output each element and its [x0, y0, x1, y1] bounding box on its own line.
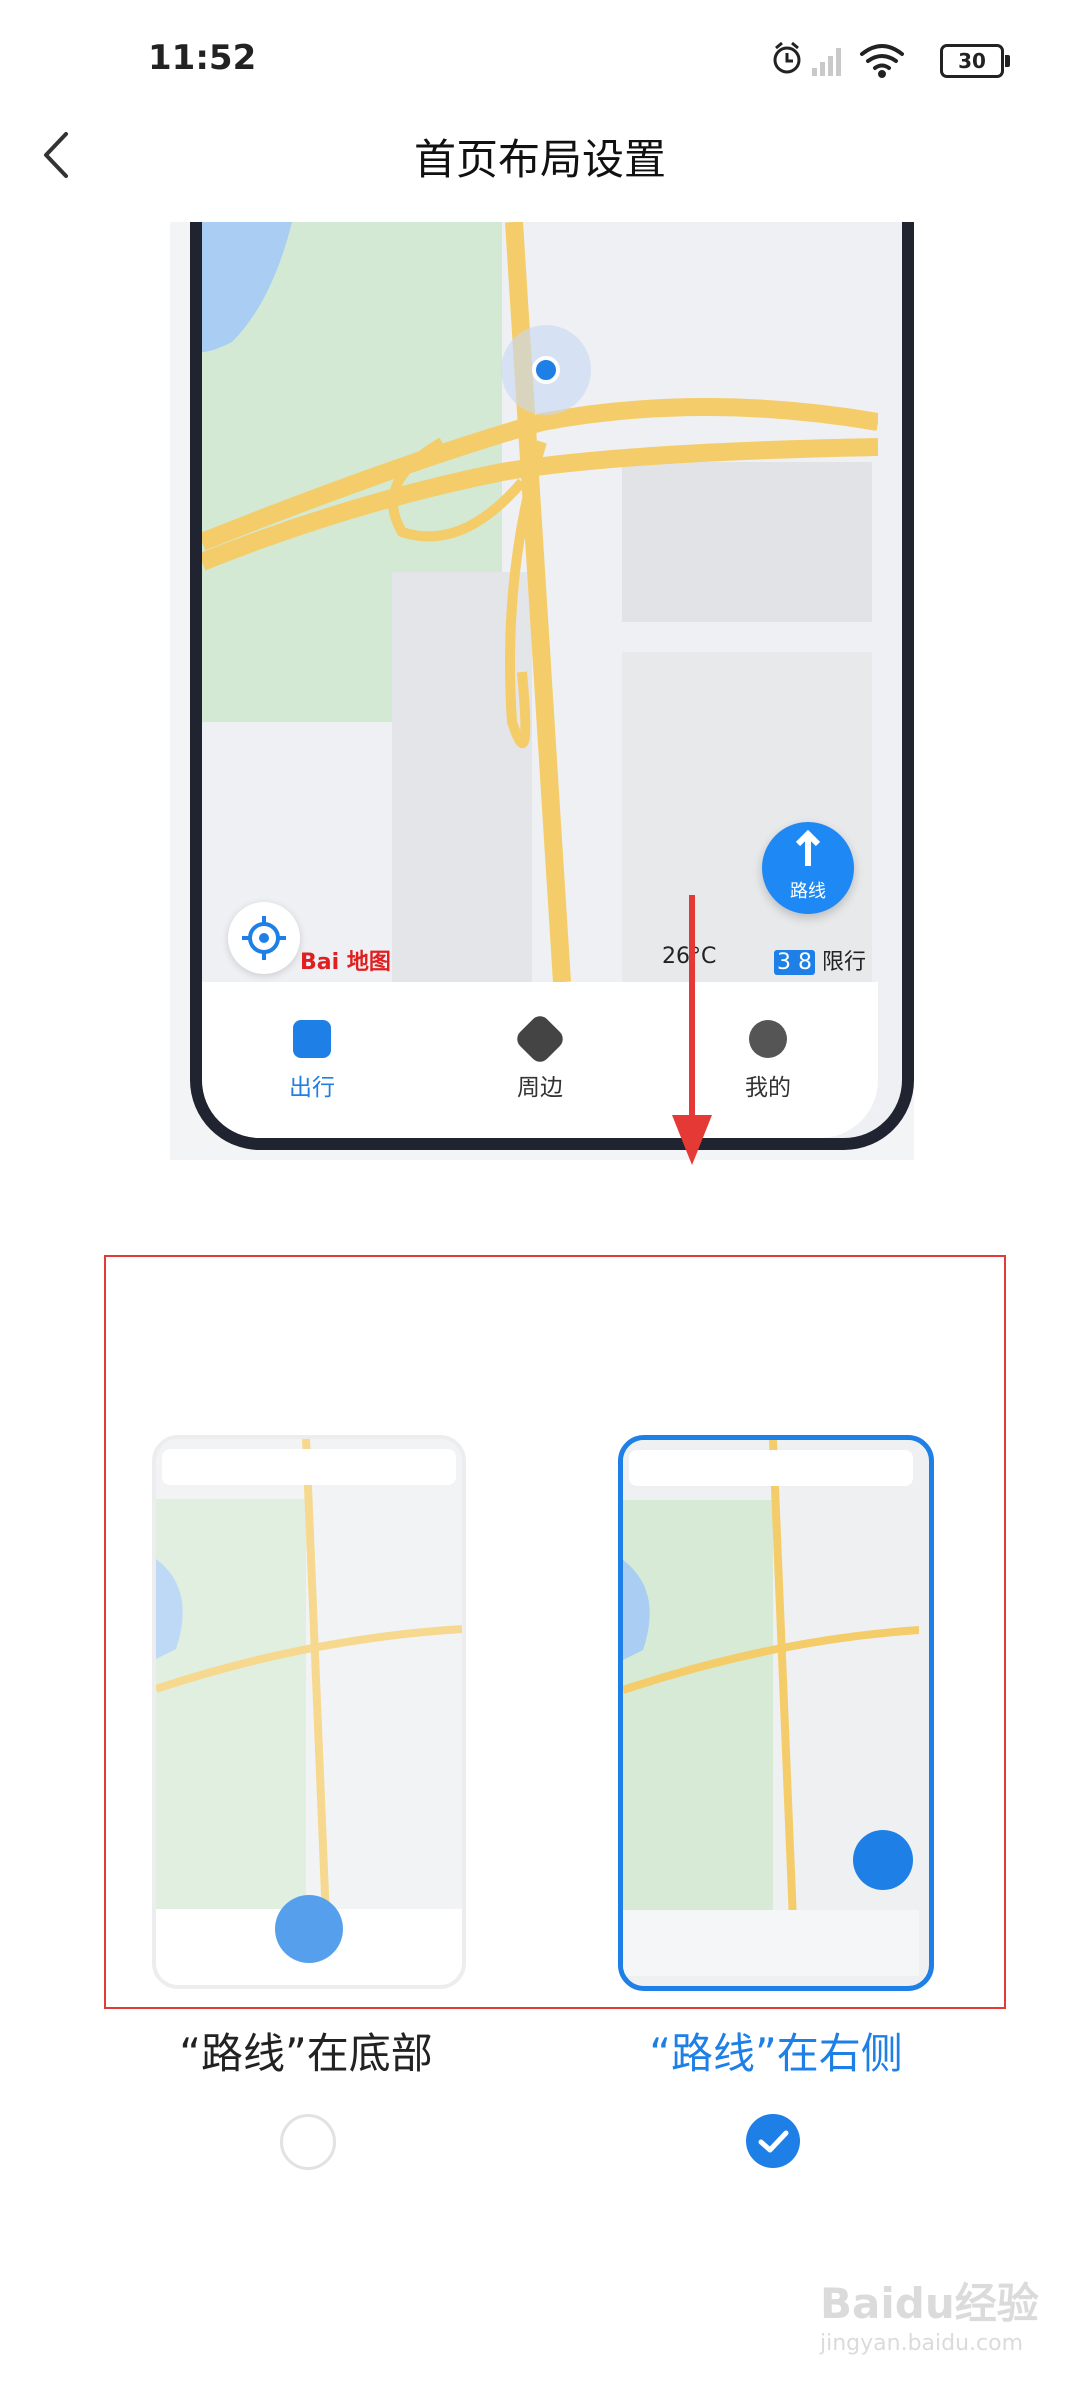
option-label-bottom[interactable]: “路线”在底部	[96, 2020, 516, 2081]
compass-icon	[513, 1012, 567, 1066]
mini-map-bottom	[156, 1439, 462, 1985]
nav-label: 周边	[517, 1075, 563, 1101]
watermark-brand: Baidu经验	[820, 2279, 1039, 2328]
watermark-url: jingyan.baidu.com	[820, 2331, 1024, 2356]
option-preview-right[interactable]	[618, 1435, 934, 1991]
nav-item-travel[interactable]: 出行	[232, 1020, 392, 1102]
crosshair-icon	[242, 916, 286, 960]
alarm-icon	[773, 41, 801, 74]
nav-item-nearby[interactable]: 周边	[460, 1012, 620, 1102]
nav-label: 我的	[745, 1075, 791, 1101]
route-button[interactable]: 路线	[762, 822, 854, 914]
radio-right[interactable]	[746, 2114, 800, 2168]
check-icon	[758, 2130, 789, 2153]
mini-map-right	[623, 1440, 920, 1976]
phone-preview: Bai 地图 26°C 3 8 限行 路线 出行 周边 我的	[190, 222, 914, 1150]
option-preview-bottom[interactable]	[152, 1435, 466, 1989]
battery-icon: 30	[940, 44, 1010, 78]
baidu-map-logo: Bai 地图	[300, 950, 391, 975]
watermark: Baidu经验 jingyan.baidu.com	[820, 2270, 1060, 2390]
annotation-arrow	[672, 895, 712, 1165]
limit-numbers: 3 8	[774, 950, 815, 975]
travel-icon	[293, 1020, 331, 1058]
locate-button[interactable]	[228, 902, 300, 974]
page-title: 首页布局设置	[413, 135, 666, 184]
nav-item-mine[interactable]: 我的	[688, 1020, 848, 1102]
status-time: 11:52	[148, 38, 257, 78]
layout-options-box	[104, 1255, 1006, 2009]
traffic-limit: 3 8 限行	[774, 944, 866, 976]
profile-icon	[749, 1020, 787, 1058]
signal-icon	[812, 48, 841, 76]
option-label-right[interactable]: “路线”在右侧	[566, 2020, 986, 2081]
preview-bottom-nav: 出行 周边 我的	[202, 982, 878, 1138]
limit-label: 限行	[822, 950, 867, 975]
wifi-icon	[860, 44, 904, 78]
route-button-label: 路线	[790, 881, 826, 902]
nav-label: 出行	[289, 1075, 335, 1101]
radio-bottom[interactable]	[280, 2114, 336, 2170]
route-arrow-icon	[795, 829, 821, 866]
